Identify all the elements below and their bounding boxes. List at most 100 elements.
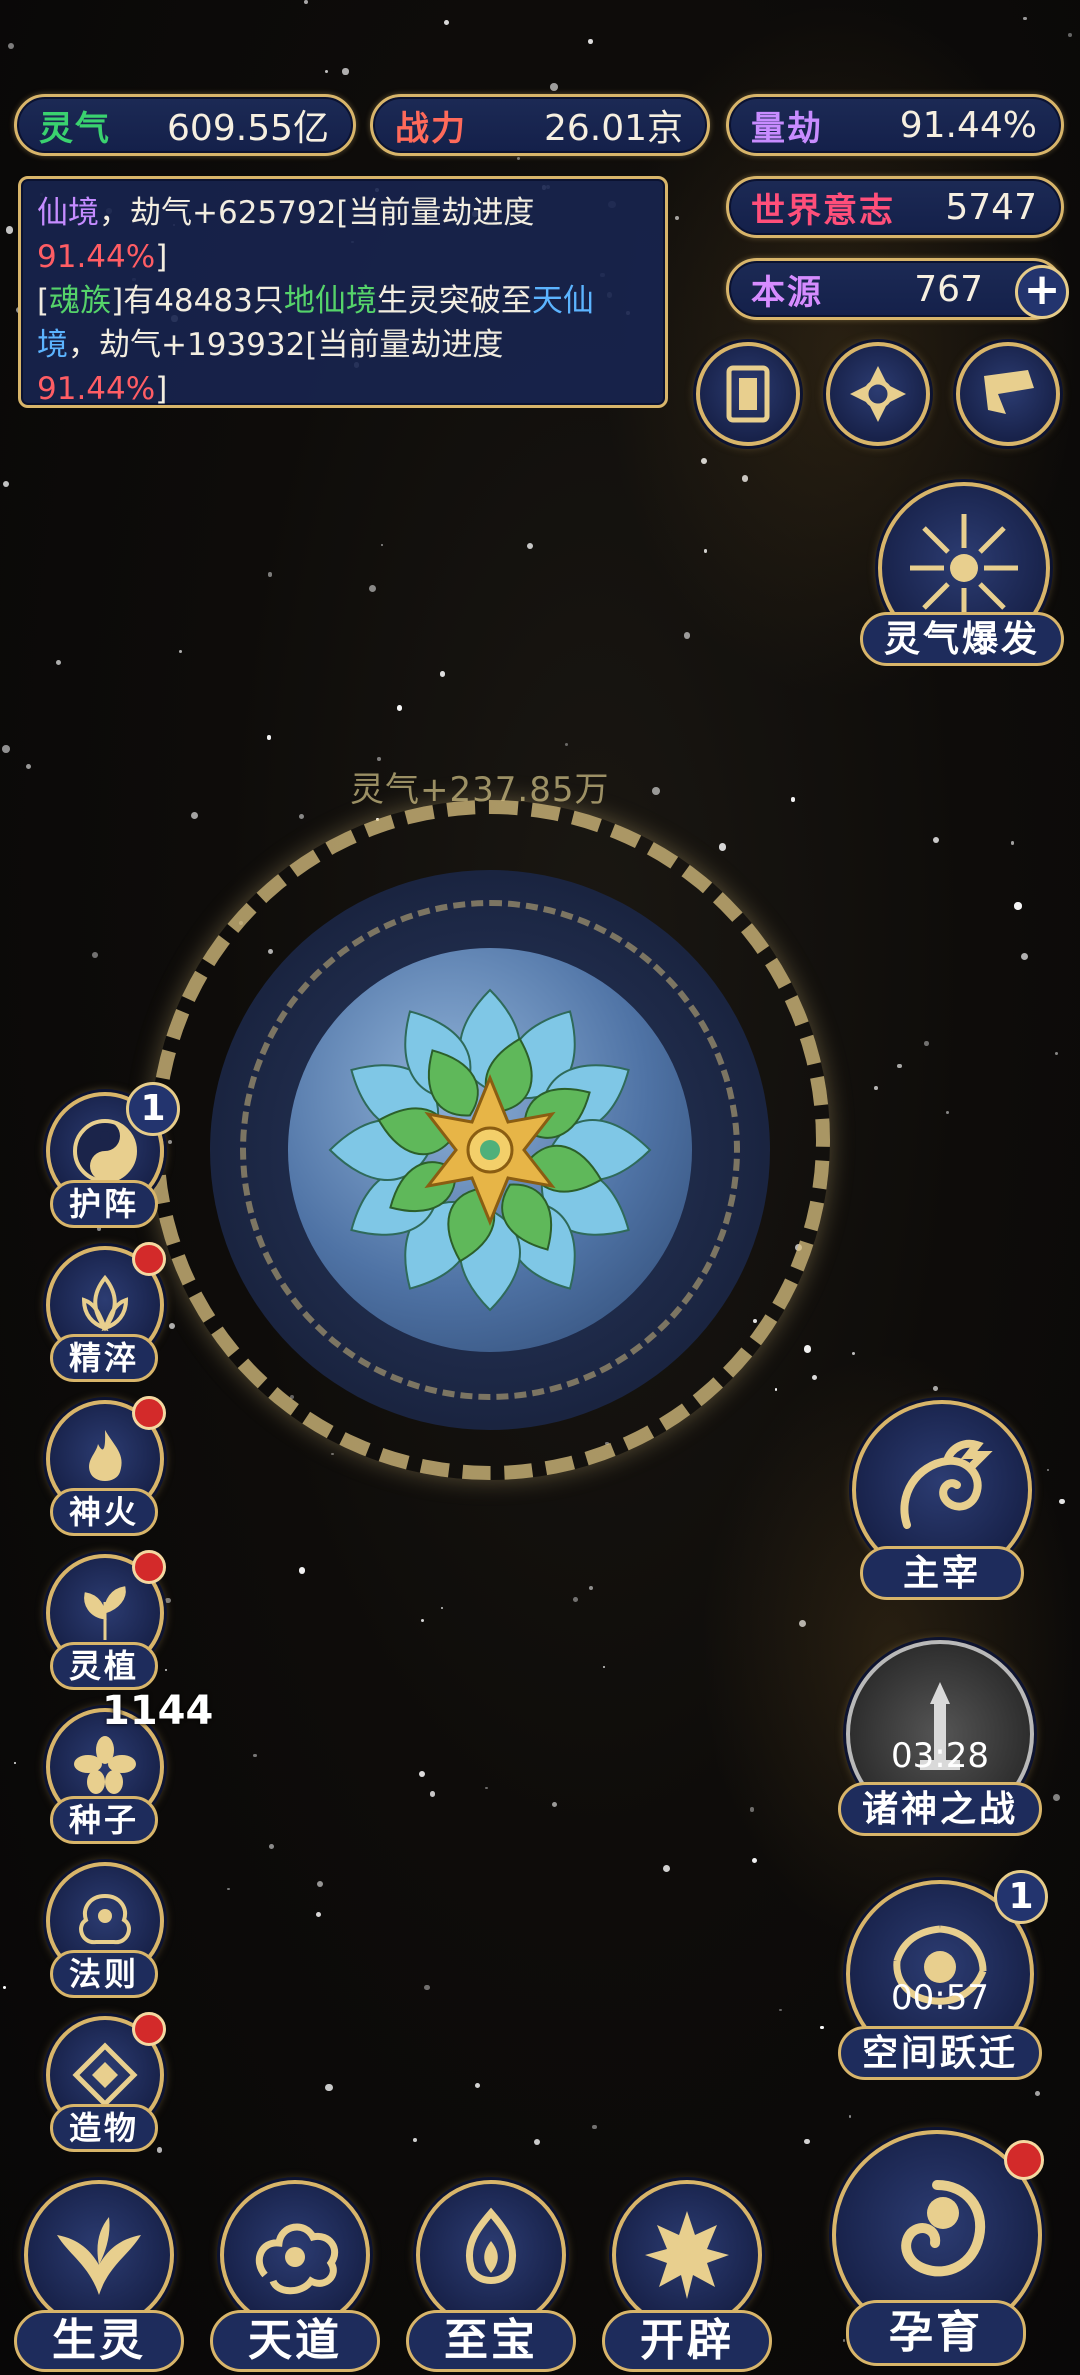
star <box>1011 841 1015 845</box>
star <box>651 787 660 796</box>
lingqi-burst-label: 灵气爆发 <box>860 612 1064 666</box>
huzhen-label: 护阵 <box>50 1180 158 1228</box>
zhibao-round[interactable] <box>416 2180 566 2330</box>
space-leap-badge: 1 <box>994 1870 1048 1924</box>
shenhuo-label: 神火 <box>50 1488 158 1536</box>
star <box>443 19 449 25</box>
star <box>588 1585 594 1591</box>
star <box>267 735 272 740</box>
side-button-shenhuo[interactable]: 神火 <box>40 1396 170 1545</box>
axe-flame-icon <box>645 2211 729 2299</box>
tiandao-round[interactable] <box>220 2180 370 2330</box>
side-button-faze[interactable]: 法则 <box>40 1862 170 2007</box>
star <box>804 2138 810 2145</box>
zhanli-value: 26.01京 <box>543 108 683 149</box>
star <box>268 1843 274 1849</box>
star <box>703 549 707 553</box>
star <box>316 1911 322 1917</box>
kaipi-round[interactable] <box>612 2180 762 2330</box>
star <box>303 0 309 5</box>
tiandao-label: 天道 <box>210 2310 380 2372</box>
star <box>933 1386 939 1392</box>
nav-shengling[interactable]: 生灵 <box>14 2180 184 2372</box>
space-leap-timer: 00:57 <box>891 1978 989 2018</box>
star <box>848 2115 852 2118</box>
star <box>92 951 99 958</box>
vortex-icon <box>850 366 906 422</box>
star <box>429 1790 436 1797</box>
star <box>533 2139 540 2146</box>
nav-zhibao[interactable]: 至宝 <box>406 2180 576 2372</box>
side-button-zhongzi[interactable]: 1144 种子 <box>40 1688 213 1853</box>
star <box>439 671 446 677</box>
star <box>421 1618 425 1622</box>
kaipi-label: 开辟 <box>602 2310 772 2372</box>
star <box>662 1864 671 1873</box>
lingzhi-label: 灵植 <box>50 1642 158 1690</box>
liangjie-stat[interactable]: 量劫 91.44% <box>726 94 1064 156</box>
log-progress: 91.44% <box>37 239 156 275</box>
zhanli-label: 战力 <box>395 108 467 149</box>
shengling-round[interactable] <box>24 2180 174 2330</box>
star <box>741 475 749 483</box>
nav-tiandao[interactable]: 天道 <box>210 2180 380 2372</box>
star <box>799 1620 807 1628</box>
star <box>8 42 15 49</box>
shijie-yizhi-stat[interactable]: 世界意志 5747 <box>726 176 1064 238</box>
lingqi-stat: 灵气 609.55亿 <box>14 94 356 156</box>
vortex-button[interactable] <box>826 342 930 446</box>
cloud-swirl-icon <box>255 2223 339 2295</box>
star <box>551 1802 557 1808</box>
star <box>1046 1469 1049 1472</box>
notification-dot <box>132 1242 166 1276</box>
gods-war-timer: 03:28 <box>891 1736 989 1776</box>
star <box>749 1807 755 1812</box>
side-button-lingzhi[interactable]: 灵植 <box>40 1550 170 1699</box>
cards-button[interactable] <box>696 342 800 446</box>
cards-icon <box>726 365 770 423</box>
nav-yunyu[interactable]: 孕育 <box>824 2130 1050 2370</box>
side-button-zaowu[interactable]: 造物 <box>40 2012 170 2161</box>
star <box>592 2124 597 2130</box>
yunyu-label: 孕育 <box>846 2300 1026 2366</box>
star <box>526 542 533 549</box>
star <box>946 1110 950 1115</box>
scroll-button[interactable] <box>956 342 1060 446</box>
zhongzi-label: 种子 <box>50 1796 158 1844</box>
add-benyuan-button[interactable]: + <box>1015 265 1069 319</box>
liangjie-value: 91.44% <box>899 104 1037 146</box>
star <box>324 2083 333 2092</box>
benyuan-label: 本源 <box>751 272 823 313</box>
star <box>441 1607 444 1610</box>
world-planet[interactable] <box>150 800 830 1480</box>
star <box>683 632 691 639</box>
benyuan-value: 767 <box>914 268 983 310</box>
star <box>1059 1498 1065 1505</box>
star <box>253 1753 257 1758</box>
log-text: ，劫气+193932[当前量劫进度 <box>68 327 504 363</box>
star <box>377 757 381 762</box>
lingqi-label: 灵气 <box>39 108 111 149</box>
side-button-huzhen[interactable]: 1 护阵 <box>40 1082 180 1237</box>
log-progress: 91.44% <box>37 371 156 407</box>
star <box>933 837 940 844</box>
star <box>5 226 14 235</box>
side-button-jingcui[interactable]: 精淬 <box>40 1242 170 1391</box>
zhanli-stat: 战力 26.01京 <box>370 94 710 156</box>
star <box>1068 33 1073 38</box>
star <box>851 1352 855 1356</box>
star <box>573 1596 578 1602</box>
log-entry: [魂族]有48483只地仙境生灵突破至天仙境，劫气+193932[当前量劫进度 … <box>37 279 649 411</box>
notification-dot <box>132 1396 166 1430</box>
star <box>368 585 376 593</box>
star <box>3 480 10 487</box>
star <box>227 1887 230 1891</box>
star <box>1034 2090 1040 2096</box>
star <box>298 1567 306 1574</box>
shengling-label: 生灵 <box>14 2310 184 2372</box>
nav-kaipi[interactable]: 开辟 <box>602 2180 772 2372</box>
plant-icon <box>84 1586 126 1640</box>
star <box>1020 952 1028 960</box>
star <box>700 458 707 464</box>
scroll-icon <box>984 370 1034 414</box>
